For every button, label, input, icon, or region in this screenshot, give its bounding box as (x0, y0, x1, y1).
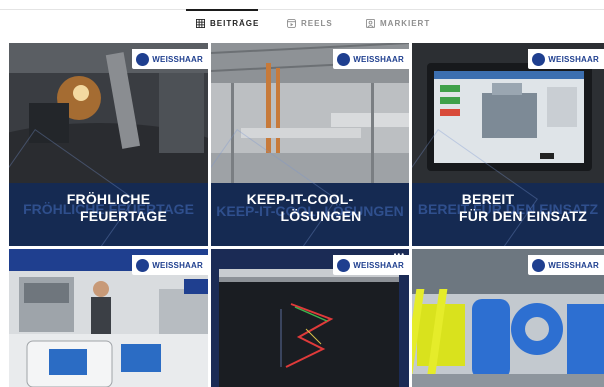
tabs-divider (0, 9, 604, 10)
post-caption-line: FÜR DEN EINSATZ (459, 208, 587, 224)
post-caption-line: FEUERTAGE (79, 208, 168, 224)
post-caption-line: KEEP-IT-COOL- (246, 191, 354, 207)
logo-icon (337, 52, 351, 66)
brand-logo: WEISSHAAR (528, 49, 604, 69)
post-caption-line: BEREIT (461, 191, 515, 207)
post-grid: FRÖHLICHE FEUERTAGE FRÖHLICHE FEUERTAGE … (9, 43, 604, 387)
tab-markiert[interactable]: MARKIERT (366, 15, 430, 31)
logo-icon (136, 52, 150, 66)
post-tile[interactable]: WEISSHAAR (412, 249, 604, 387)
logo-icon (532, 52, 546, 66)
more-icon: ••• (393, 250, 405, 259)
post-tile[interactable]: KEEP-IT-COOL- LÖSUNGEN KEEP-IT-COOL- LÖS… (211, 43, 409, 246)
tab-beitraege[interactable]: BEITRÄGE (196, 15, 259, 31)
post-tile[interactable]: FRÖHLICHE FEUERTAGE FRÖHLICHE FEUERTAGE … (9, 43, 208, 246)
caption-band: BEREIT FÜR DEN EINSATZ BEREIT FÜR DEN EI… (412, 183, 604, 246)
tab-label: BEITRÄGE (210, 18, 260, 28)
caption-band: KEEP-IT-COOL- LÖSUNGEN KEEP-IT-COOL- LÖS… (211, 183, 409, 246)
reels-icon (287, 18, 296, 28)
post-tile[interactable]: WEISSHAAR (9, 249, 208, 387)
logo-icon (532, 258, 546, 272)
brand-logo: WEISSHAAR (132, 255, 208, 275)
active-tab-indicator (186, 9, 258, 11)
post-tile[interactable]: BEREIT FÜR DEN EINSATZ BEREIT FÜR DEN EI… (412, 43, 604, 246)
brand-logo: WEISSHAAR (132, 49, 208, 69)
brand-logo: WEISSHAAR (528, 255, 604, 275)
tab-label: MARKIERT (380, 18, 431, 28)
logo-icon (337, 258, 351, 272)
grid-icon (196, 18, 205, 28)
post-caption-line: LÖSUNGEN (280, 208, 362, 224)
post-tile[interactable]: WEISSHAAR ••• (211, 249, 409, 387)
logo-icon (136, 258, 150, 272)
tab-label: REELS (301, 18, 333, 28)
post-caption-line: FRÖHLICHE (66, 191, 151, 207)
profile-tabs: BEITRÄGE REELS MARKIERT (0, 0, 604, 42)
tab-reels[interactable]: REELS (287, 15, 333, 31)
caption-band: FRÖHLICHE FEUERTAGE FRÖHLICHE FEUERTAGE (9, 183, 208, 246)
tagged-icon (366, 18, 375, 28)
brand-logo: WEISSHAAR (333, 49, 409, 69)
